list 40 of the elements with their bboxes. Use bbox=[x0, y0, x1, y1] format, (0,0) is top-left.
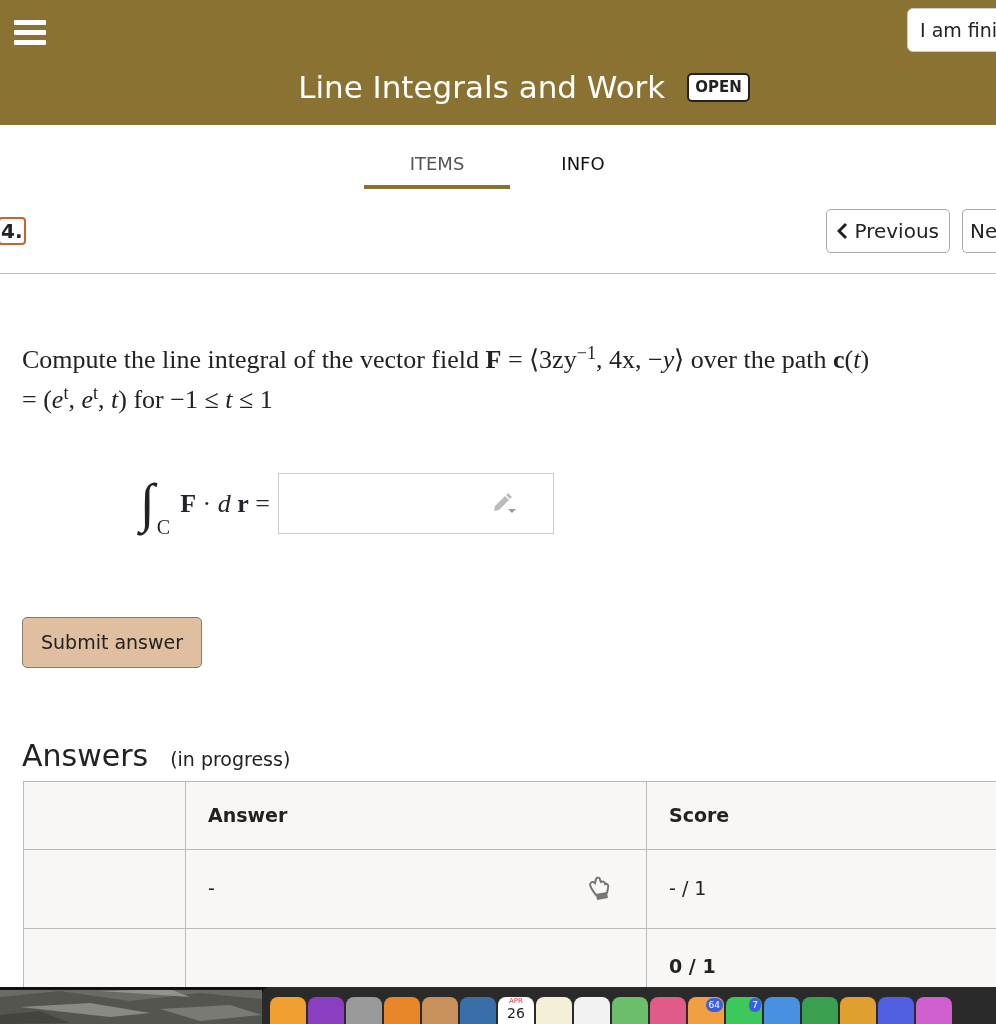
notification-badge: 7 bbox=[749, 998, 761, 1012]
tab[interactable]: ITEMS bbox=[364, 125, 510, 189]
app-icon[interactable] bbox=[536, 997, 572, 1024]
status-badge: OPEN bbox=[687, 73, 750, 102]
app-icon[interactable]: 7 bbox=[726, 997, 762, 1024]
page-title: Line Integrals and Work bbox=[298, 68, 666, 107]
app-icon[interactable] bbox=[612, 997, 648, 1024]
submit-button[interactable]: Submit answer bbox=[22, 616, 203, 668]
app-icon[interactable] bbox=[574, 997, 610, 1024]
next-button[interactable]: Ne bbox=[962, 209, 996, 253]
integral-subscript: C bbox=[156, 515, 171, 540]
chevron-left-icon bbox=[837, 222, 849, 240]
hand-pointer-icon[interactable] bbox=[588, 875, 612, 902]
app-icon[interactable] bbox=[764, 997, 800, 1024]
section-title: Answers bbox=[22, 736, 149, 775]
app-icon[interactable]: 64 bbox=[688, 997, 724, 1024]
app-icon[interactable] bbox=[802, 997, 838, 1024]
app-icon[interactable] bbox=[840, 997, 876, 1024]
item-number: 4. bbox=[0, 217, 26, 245]
status-text: (in progress) bbox=[170, 746, 291, 772]
app-icon[interactable] bbox=[346, 997, 382, 1024]
app-icon[interactable] bbox=[384, 997, 420, 1024]
previous-button[interactable]: Previous bbox=[826, 209, 950, 253]
app-icon[interactable] bbox=[650, 997, 686, 1024]
app-icon[interactable] bbox=[422, 997, 458, 1024]
table-cell: - / 1 bbox=[646, 849, 996, 928]
app-icon[interactable] bbox=[916, 997, 952, 1024]
equation-label: F · d r = bbox=[180, 488, 270, 521]
menu-icon[interactable] bbox=[14, 20, 46, 45]
finish-button[interactable]: I am fini bbox=[907, 8, 996, 52]
table-cell: 0 / 1 bbox=[646, 928, 996, 987]
column-header: Answer bbox=[185, 781, 647, 849]
notification-badge: 64 bbox=[705, 998, 723, 1012]
answer-text: - bbox=[208, 877, 215, 900]
app-icon[interactable] bbox=[270, 997, 306, 1024]
answer-field[interactable] bbox=[277, 473, 554, 535]
calendar-day: 26 bbox=[507, 1006, 525, 1020]
column-header: Score bbox=[646, 781, 996, 849]
tab[interactable]: INFO bbox=[510, 125, 656, 189]
question-text: Compute the line integral of the vector field F = ⟨3zy$^{−1}$, 4x, −y⟩ over the path c(t) = (e$^{t}$, e$^{t}$, t) for −1 ≤ t ≤ 1 bbox=[22, 341, 871, 416]
